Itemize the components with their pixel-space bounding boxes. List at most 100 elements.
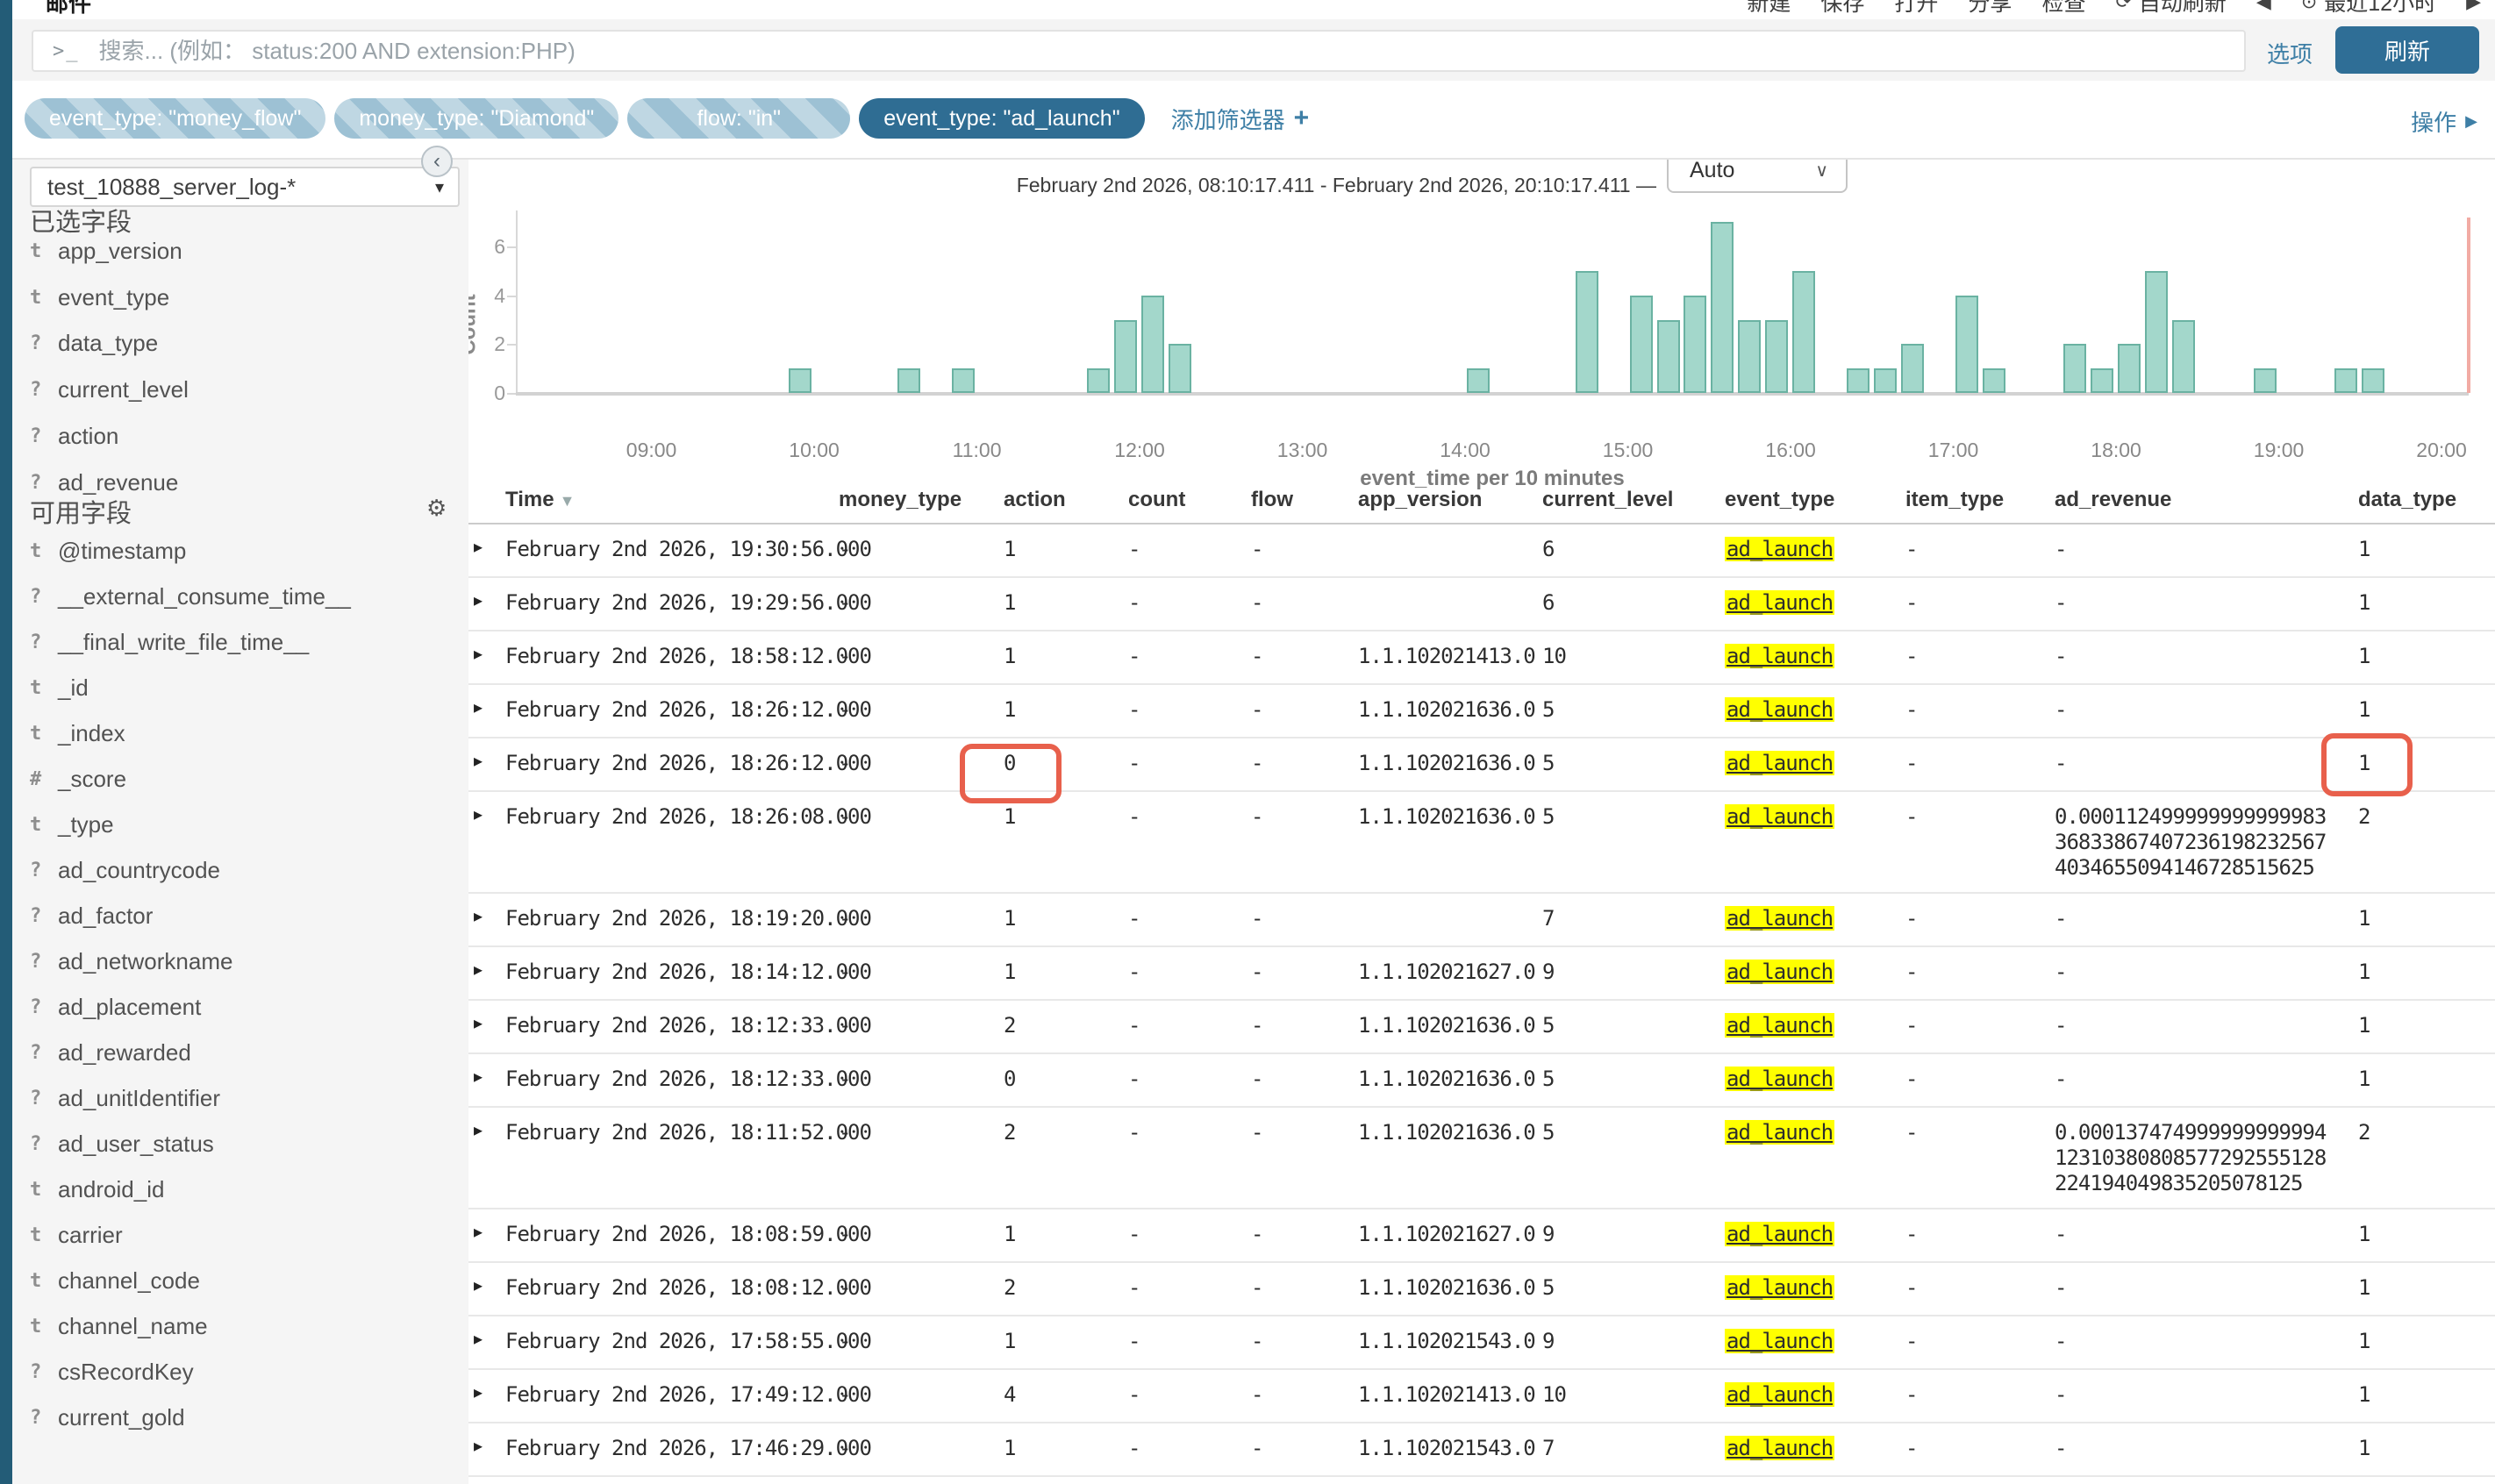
histogram-bar[interactable] — [2253, 368, 2277, 393]
collapse-sidebar-button[interactable]: ‹ — [421, 146, 453, 177]
expand-row-button[interactable]: ▸ — [463, 947, 505, 983]
selected-field-data_type[interactable]: ? data_type — [12, 321, 468, 367]
column-header-app_version[interactable]: app_version — [1358, 484, 1542, 512]
histogram-bar[interactable] — [1467, 368, 1491, 393]
histogram-bar[interactable] — [1982, 368, 2005, 393]
available-field-__external_consume_time__[interactable]: ? __external_consume_time__ — [12, 574, 468, 619]
histogram-bar[interactable] — [2362, 368, 2385, 393]
column-header-action[interactable]: action — [1004, 484, 1128, 512]
column-header-item_type[interactable]: item_type — [1905, 484, 2055, 512]
column-header-event_type[interactable]: event_type — [1725, 484, 1905, 512]
available-field-ad_unitIdentifier[interactable]: ? ad_unitIdentifier — [12, 1075, 468, 1121]
column-header-flow[interactable]: flow — [1251, 484, 1358, 512]
filter-pill[interactable]: money_type: "Diamond" — [334, 98, 619, 139]
column-header-money_type[interactable]: money_type — [839, 484, 1004, 512]
column-header-count[interactable]: count — [1128, 484, 1251, 512]
histogram-bar[interactable] — [1656, 319, 1680, 393]
histogram-bar[interactable] — [1711, 222, 1734, 393]
column-header-data_type[interactable]: data_type — [2358, 484, 2495, 512]
available-field-android_id[interactable]: t android_id — [12, 1167, 468, 1212]
histogram-bar[interactable] — [951, 368, 975, 393]
menu-item-保存[interactable]: 保存 — [1820, 0, 1864, 18]
selected-field-event_type[interactable]: t event_type — [12, 275, 468, 321]
available-field-ad_placement[interactable]: ? ad_placement — [12, 984, 468, 1030]
histogram-bar[interactable] — [1873, 368, 1897, 393]
filter-pill[interactable]: event_type: "ad_launch" — [859, 98, 1145, 139]
histogram-bar[interactable] — [1738, 319, 1762, 393]
expand-row-button[interactable]: ▸ — [463, 685, 505, 721]
histogram-bar[interactable] — [1846, 368, 1869, 393]
expand-row-button[interactable]: ▸ — [463, 1370, 505, 1406]
expand-row-button[interactable]: ▸ — [463, 1209, 505, 1245]
histogram-bar[interactable] — [2145, 271, 2168, 393]
expand-row-button[interactable]: ▸ — [463, 524, 505, 560]
histogram-bar[interactable] — [1629, 295, 1653, 393]
expand-row-button[interactable]: ▸ — [463, 1001, 505, 1037]
histogram-bar[interactable] — [2334, 368, 2358, 393]
expand-row-button[interactable]: ▸ — [463, 631, 505, 667]
available-field-channel_name[interactable]: t channel_name — [12, 1303, 468, 1349]
histogram-bar[interactable] — [1169, 344, 1191, 393]
expand-row-button[interactable]: ▸ — [463, 894, 505, 930]
menu-item-最近12小时[interactable]: ⊙ 最近12小时 — [2301, 0, 2436, 18]
available-field-ad_user_status[interactable]: ? ad_user_status — [12, 1121, 468, 1167]
column-header-time[interactable]: Time ▼ — [505, 484, 839, 512]
histogram-bar[interactable] — [789, 368, 812, 393]
column-header-ad_revenue[interactable]: ad_revenue — [2055, 484, 2358, 512]
chevron-left-icon[interactable]: ◀ — [2256, 0, 2271, 18]
search-input[interactable] — [95, 35, 2244, 67]
expand-row-button[interactable]: ▸ — [463, 578, 505, 614]
filter-pill[interactable]: event_type: "money_flow" — [25, 98, 326, 139]
menu-item-分享[interactable]: 分享 — [1968, 0, 2012, 18]
available-field-channel_code[interactable]: t channel_code — [12, 1258, 468, 1303]
expand-row-button[interactable]: ▸ — [463, 1054, 505, 1090]
histogram-bar[interactable] — [897, 368, 920, 393]
available-field-__final_write_file_time__[interactable]: ? __final_write_file_time__ — [12, 619, 468, 665]
expand-row-button[interactable]: ▸ — [463, 1316, 505, 1352]
menu-item-新建[interactable]: 新建 — [1747, 0, 1791, 18]
histogram-bar[interactable] — [1792, 271, 1816, 393]
available-field-current_gold[interactable]: ? current_gold — [12, 1395, 468, 1440]
add-filter-link[interactable]: 添加筛选器 + — [1171, 103, 1310, 135]
histogram-bar[interactable] — [2091, 368, 2114, 393]
expand-row-button[interactable]: ▸ — [463, 792, 505, 828]
available-field-_score[interactable]: # _score — [12, 756, 468, 802]
expand-row-button[interactable]: ▸ — [463, 1108, 505, 1144]
gear-icon[interactable]: ⚙ — [426, 495, 447, 522]
histogram-bar[interactable] — [2118, 344, 2141, 393]
histogram-bar[interactable] — [1765, 319, 1789, 393]
filter-pill[interactable]: flow: "in" — [627, 98, 851, 139]
column-header-current_level[interactable]: current_level — [1542, 484, 1725, 512]
menu-item-检查[interactable]: 检查 — [2041, 0, 2085, 18]
expand-row-button[interactable]: ▸ — [463, 1423, 505, 1459]
chevron-right-icon[interactable]: ▶ — [2466, 0, 2481, 18]
available-field-csRecordKey[interactable]: ? csRecordKey — [12, 1349, 468, 1395]
selected-field-action[interactable]: ? action — [12, 413, 468, 460]
available-field-_index[interactable]: t _index — [12, 710, 468, 756]
options-link[interactable]: 选项 — [2267, 37, 2313, 69]
histogram-bar[interactable] — [1955, 295, 1978, 393]
available-field-carrier[interactable]: t carrier — [12, 1212, 468, 1258]
expand-row-button[interactable]: ▸ — [463, 738, 505, 774]
menu-item-打开[interactable]: 打开 — [1894, 0, 1938, 18]
available-field-ad_networkname[interactable]: ? ad_networkname — [12, 938, 468, 984]
selected-field-app_version[interactable]: t app_version — [12, 228, 468, 275]
available-field-_type[interactable]: t _type — [12, 802, 468, 847]
available-field-_id[interactable]: t _id — [12, 665, 468, 710]
available-field-ad_countrycode[interactable]: ? ad_countrycode — [12, 847, 468, 893]
filter-actions-link[interactable]: 操作 ▶ — [2411, 105, 2477, 138]
refresh-button[interactable]: 刷新 — [2335, 26, 2479, 74]
histogram-bar[interactable] — [1684, 295, 1707, 393]
available-field-ad_rewarded[interactable]: ? ad_rewarded — [12, 1030, 468, 1075]
left-nav-strip[interactable] — [0, 0, 12, 1484]
available-field-@timestamp[interactable]: t @timestamp — [12, 528, 468, 574]
menu-item-自动刷新[interactable]: ⟳ 自动刷新 — [2115, 0, 2226, 18]
expand-row-button[interactable]: ▸ — [463, 1263, 505, 1299]
selected-field-current_level[interactable]: ? current_level — [12, 367, 468, 413]
histogram-bar[interactable] — [1900, 344, 1924, 393]
histogram-bar[interactable] — [1114, 319, 1138, 393]
histogram-bar[interactable] — [2063, 344, 2087, 393]
available-field-ad_factor[interactable]: ? ad_factor — [12, 893, 468, 938]
histogram-bar[interactable] — [2171, 319, 2195, 393]
histogram-bar[interactable] — [1141, 295, 1165, 393]
